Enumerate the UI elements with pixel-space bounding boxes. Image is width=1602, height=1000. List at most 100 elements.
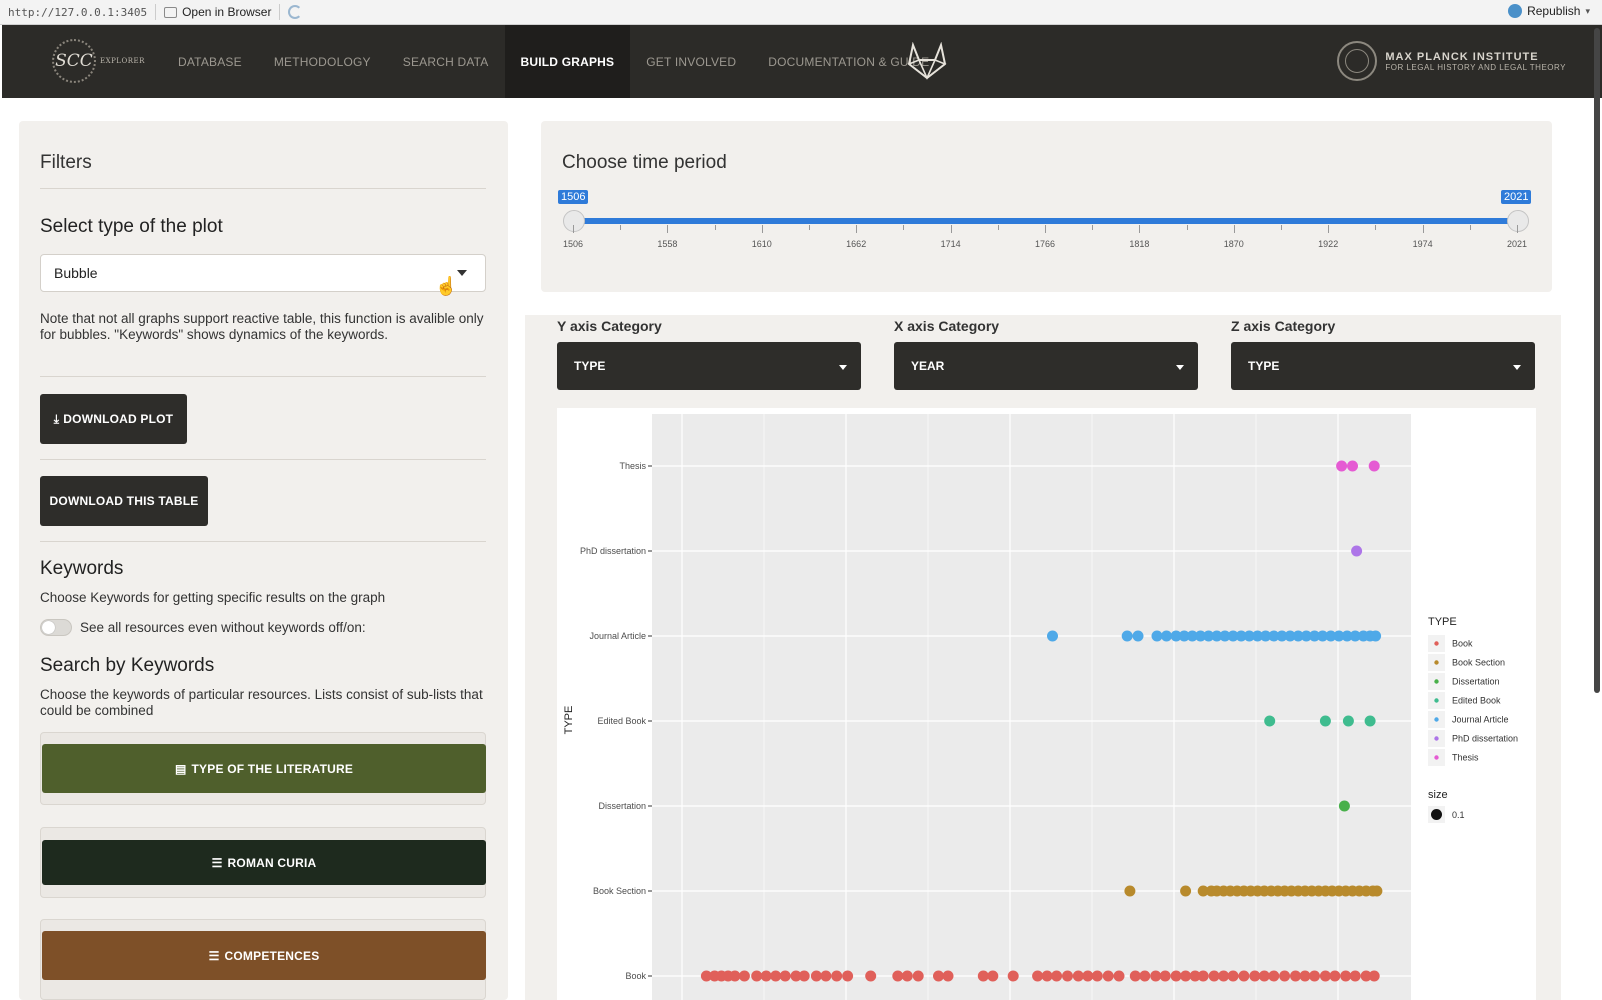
data-point — [1218, 970, 1230, 982]
data-point — [1159, 970, 1171, 982]
data-point — [760, 970, 772, 982]
search-keywords-title: Search by Keywords — [40, 655, 215, 676]
slider-major-tick — [1045, 225, 1046, 233]
slider-minor-tick — [714, 225, 716, 230]
data-point — [1349, 970, 1361, 982]
data-point — [1351, 545, 1363, 557]
plot-panel-background — [652, 414, 1411, 1000]
refresh-icon[interactable] — [288, 5, 303, 19]
keywords-toggle-switch[interactable] — [40, 619, 72, 636]
browser-window-icon — [164, 6, 178, 18]
data-point — [1368, 460, 1380, 472]
caret-down-icon — [839, 365, 847, 370]
y-axis-tick-label: Edited Book — [597, 716, 646, 726]
filters-panel: Filters Select type of the plot Bubble ☝… — [19, 121, 508, 1000]
data-point — [1227, 970, 1239, 982]
toolbar-divider — [279, 4, 281, 20]
y-axis-tick-label: Journal Article — [589, 631, 646, 641]
data-point — [1299, 970, 1311, 982]
data-point — [1132, 630, 1144, 642]
slider-major-tick — [573, 225, 574, 233]
data-point — [1007, 970, 1019, 982]
type-of-literature-button[interactable]: ▤ TYPE OF THE LITERATURE — [42, 744, 486, 793]
legend-key-dot — [1434, 736, 1439, 741]
nav-item-methodology[interactable]: METHODOLOGY — [258, 25, 387, 98]
divider — [40, 376, 486, 377]
data-point — [1091, 970, 1103, 982]
institute-logo[interactable]: MAX PLANCK INSTITUTE FOR LEGAL HISTORY A… — [1337, 41, 1566, 81]
legend-item-label: Book Section — [1452, 658, 1505, 668]
keyword-group-card: ☰ COMPETENCES — [40, 919, 486, 1000]
slider-major-tick — [1139, 225, 1141, 233]
hand-cursor-icon: ☝ — [435, 276, 458, 296]
plot-type-value: Bubble — [54, 265, 98, 281]
data-point — [901, 970, 913, 982]
search-keywords-description: Choose the keywords of particular resour… — [40, 687, 483, 718]
slider-from-handle[interactable] — [563, 210, 585, 232]
slider-major-tick — [1517, 225, 1518, 233]
legend-item-label: Dissertation — [1452, 677, 1500, 687]
book-icon: ▤ — [174, 761, 187, 776]
slider-minor-tick — [997, 225, 999, 230]
keywords-description: Choose Keywords for getting specific res… — [40, 590, 386, 605]
z-axis-category-label: Z axis Category — [1231, 318, 1336, 334]
data-point — [1041, 970, 1053, 982]
slider-tick-label: 1662 — [846, 239, 867, 249]
nav-item-get-involved[interactable]: GET INVOLVED — [630, 25, 752, 98]
data-point — [770, 970, 782, 982]
data-point — [1151, 630, 1163, 642]
y-axis-category-select[interactable]: TYPE — [557, 342, 861, 390]
y-axis-title: TYPE — [563, 706, 575, 735]
data-point — [1371, 885, 1383, 897]
slider-major-tick — [1233, 225, 1235, 233]
top-navbar: SCC EXPLORER DATABASE METHODOLOGY SEARCH… — [2, 25, 1602, 98]
download-table-button[interactable]: DOWNLOAD THIS TABLE — [40, 476, 208, 526]
scc-logo-mark: SCC — [52, 39, 96, 83]
slider-tick-label: 1766 — [1034, 239, 1056, 249]
nav-item-database[interactable]: DATABASE — [162, 25, 258, 98]
data-point — [1329, 970, 1341, 982]
slider-major-tick — [761, 225, 763, 233]
page-scrollbar[interactable] — [1594, 28, 1600, 693]
keywords-toggle-row: See all resources even without keywords … — [40, 619, 486, 636]
data-point — [1161, 630, 1172, 642]
data-point — [1170, 970, 1182, 982]
legend-item-label: Thesis — [1452, 753, 1479, 763]
legend-item-label: Journal Article — [1452, 715, 1509, 725]
open-in-browser-button[interactable]: Open in Browser — [164, 5, 271, 19]
data-point — [1342, 715, 1354, 727]
slider-major-tick — [667, 225, 669, 233]
nav-item-search-data[interactable]: SEARCH DATA — [387, 25, 505, 98]
competences-button[interactable]: ☰ COMPETENCES — [42, 931, 486, 980]
y-axis-tick-label: Thesis — [619, 461, 646, 471]
slider-major-tick — [1422, 225, 1424, 233]
z-axis-category-select[interactable]: TYPE — [1231, 342, 1535, 390]
slider-minor-tick — [1469, 225, 1471, 230]
republish-button[interactable]: Republish ▾ — [1508, 4, 1590, 18]
gitlab-icon[interactable] — [906, 42, 948, 80]
slider-major-tick — [856, 225, 858, 233]
slider-from-badge: 1506 — [558, 190, 589, 204]
data-point — [1336, 460, 1348, 472]
slider-minor-tick — [620, 225, 622, 230]
slider-tick-label: 2021 — [1506, 239, 1528, 249]
data-point — [1082, 970, 1094, 982]
slider-tick-label: 1870 — [1223, 239, 1244, 249]
slider-minor-tick — [1186, 225, 1188, 230]
divider — [40, 459, 486, 460]
data-point — [1129, 970, 1141, 982]
download-plot-button[interactable]: ⤓ DOWNLOAD PLOT — [40, 394, 187, 444]
time-range-slider-bar[interactable] — [573, 218, 1519, 224]
z-axis-category-value: TYPE — [1248, 359, 1280, 373]
roman-curia-button[interactable]: ☰ ROMAN CURIA — [42, 840, 486, 885]
slider-to-handle[interactable] — [1507, 210, 1529, 232]
data-point — [865, 970, 877, 982]
legend-key-dot — [1434, 755, 1439, 760]
y-axis-category-value: TYPE — [574, 359, 606, 373]
plot-type-select[interactable]: Bubble — [40, 254, 486, 292]
brand-logo[interactable]: SCC EXPLORER — [52, 39, 145, 83]
legend-key-dot — [1434, 679, 1439, 684]
x-axis-category-select[interactable]: YEAR — [894, 342, 1198, 390]
nav-item-build-graphs[interactable]: BUILD GRAPHS — [504, 25, 631, 98]
slider-to-badge: 2021 — [1501, 190, 1532, 204]
